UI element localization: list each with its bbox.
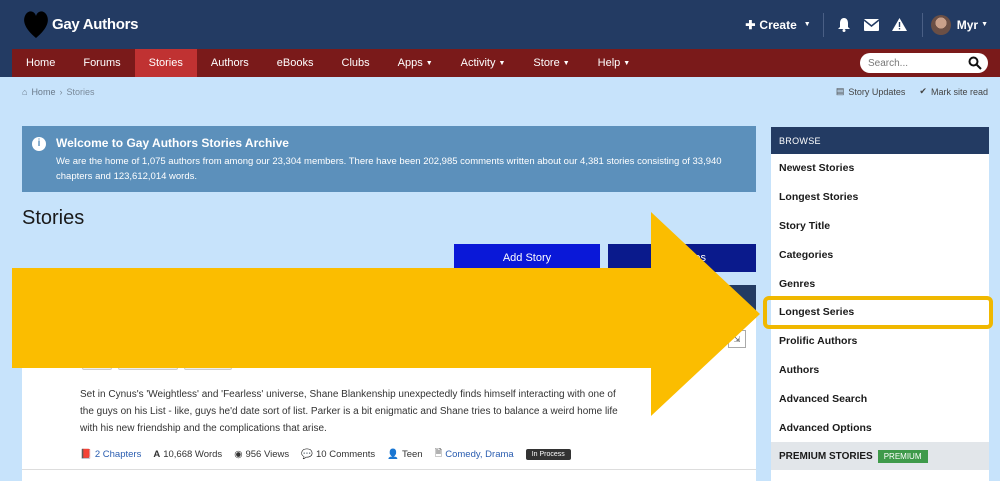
nav-home[interactable]: Home — [12, 49, 69, 77]
tag-button[interactable] — [118, 354, 178, 370]
tag-button[interactable] — [82, 354, 112, 370]
page-title: Stories — [22, 207, 85, 229]
chapters-link[interactable]: 📕 2 Chapters — [80, 449, 141, 460]
browse-newest-stories[interactable]: Newest Stories — [771, 154, 989, 183]
chevron-down-icon: ▼ — [981, 21, 988, 28]
breadcrumb: ⌂ Home › Stories — [22, 87, 94, 97]
notifications-bell-icon[interactable] — [830, 17, 858, 32]
welcome-title: Welcome to Gay Authors Stories Archive — [56, 136, 289, 150]
chevron-down-icon: ▼ — [425, 59, 433, 67]
divider — [22, 469, 756, 470]
nav-store[interactable]: Store ▼ — [519, 49, 583, 77]
home-icon: ⌂ — [22, 87, 28, 97]
divider — [921, 12, 923, 37]
nav-activity[interactable]: Activity ▼ — [447, 49, 520, 77]
browse-prolific-authors[interactable]: Prolific Authors — [771, 327, 989, 356]
eye-icon: ◉ — [234, 448, 243, 460]
chevron-right-icon: › — [59, 87, 63, 97]
plus-icon: ✚ — [745, 17, 756, 32]
tag-button[interactable] — [184, 354, 232, 370]
browse-longest-series[interactable]: Longest Series — [763, 295, 993, 329]
nav-stories[interactable]: Stories — [134, 49, 197, 77]
browse-genres[interactable]: Genres — [771, 269, 989, 298]
messages-envelope-icon[interactable] — [858, 18, 886, 31]
story-updates-link[interactable]: ▤ Story Updates — [836, 86, 906, 97]
nav-forums[interactable]: Forums — [69, 49, 134, 77]
rss-icon: ▤ — [835, 86, 845, 96]
create-menu[interactable]: ✚ Create ▼ — [745, 12, 824, 37]
chevron-down-icon: ▼ — [803, 21, 811, 28]
main-nav-bar: Home Forums Stories Authors eBooks Clubs… — [0, 49, 1000, 77]
breadcrumb-current: Stories — [66, 87, 95, 97]
browse-sidebar: BROWSE Newest Stories Longest Stories St… — [763, 127, 993, 481]
status-badge: In Process — [525, 448, 571, 460]
browse-story-title[interactable]: Story Title — [771, 212, 989, 241]
chevron-down-icon: ▼ — [562, 59, 570, 67]
nav-ebooks[interactable]: eBooks — [263, 49, 328, 77]
user-icon: 👤 — [387, 448, 399, 460]
avatar[interactable] — [930, 14, 951, 35]
rating: 👤 Teen — [387, 448, 423, 460]
comments-icon: 💬 — [301, 448, 313, 460]
story-description: Set in Cynus's 'Weightless' and 'Fearles… — [80, 389, 618, 434]
browse-authors[interactable]: Authors — [771, 356, 989, 385]
word-count: A 10,668 Words — [153, 448, 223, 460]
story-card: ⇲ Set in Cynus's 'Weightless' and 'Fearl… — [22, 318, 756, 481]
heart-logo-icon — [24, 11, 48, 38]
site-logo[interactable]: Gay Authors — [22, 6, 138, 42]
view-count: ◉ 956 Views — [234, 448, 290, 460]
story-meta: 📕 2 Chapters A 10,668 Words ◉ 956 Views 💬 10… — [80, 446, 571, 462]
premium-stories[interactable]: PREMIUM STORIES PREMIUM — [771, 442, 989, 470]
breadcrumb-home[interactable]: Home — [31, 87, 55, 97]
info-icon: i — [32, 137, 46, 151]
welcome-text-line2: chapters and 123,612,014 words. — [56, 171, 198, 182]
welcome-text-line1: We are the home of 1,075 authors from am… — [56, 156, 722, 167]
browse-longest-stories[interactable]: Longest Stories — [771, 183, 989, 212]
search-input[interactable]: Search... — [860, 53, 988, 73]
browse-heading: BROWSE — [771, 127, 989, 154]
file-icon: 🗎 — [434, 448, 443, 459]
expand-icon[interactable]: ⇲ — [728, 330, 746, 348]
browse-advanced-search[interactable]: Advanced Search — [771, 384, 989, 413]
nav-apps[interactable]: Apps ▼ — [384, 49, 447, 77]
book-icon: 📕 — [80, 448, 92, 460]
search-icon[interactable] — [968, 56, 982, 70]
chevron-down-icon: ▼ — [623, 59, 631, 67]
browse-categories[interactable]: Categories — [771, 240, 989, 269]
font-icon: A — [153, 448, 161, 460]
welcome-banner: i Welcome to Gay Authors Stories Archive… — [22, 126, 756, 192]
check-icon: ✔ — [919, 86, 927, 96]
create-label: Create — [759, 17, 797, 32]
series-button[interactable]: ies — [608, 244, 756, 272]
nav-clubs[interactable]: Clubs — [328, 49, 384, 77]
search-placeholder: Search... — [868, 57, 909, 69]
nav-help[interactable]: Help ▼ — [584, 49, 645, 77]
genres[interactable]: 🗎 Comedy, Drama — [435, 446, 514, 462]
chevron-down-icon: ▼ — [498, 59, 506, 67]
browse-advanced-options[interactable]: Advanced Options — [771, 413, 989, 442]
add-story-button[interactable]: Add Story — [454, 244, 600, 272]
user-name[interactable]: Myr — [957, 18, 978, 32]
logo-text: Gay Authors — [52, 15, 139, 33]
comment-count[interactable]: 💬 10 Comments — [301, 449, 375, 460]
mark-site-read-link[interactable]: ✔ Mark site read — [919, 86, 988, 97]
nav-authors[interactable]: Authors — [197, 49, 263, 77]
top-bar: Gay Authors ✚ Create ▼ Myr ▼ — [0, 0, 1000, 49]
premium-badge: PREMIUM — [877, 449, 928, 463]
filter-bar — [22, 285, 756, 321]
warning-icon[interactable] — [886, 18, 914, 31]
